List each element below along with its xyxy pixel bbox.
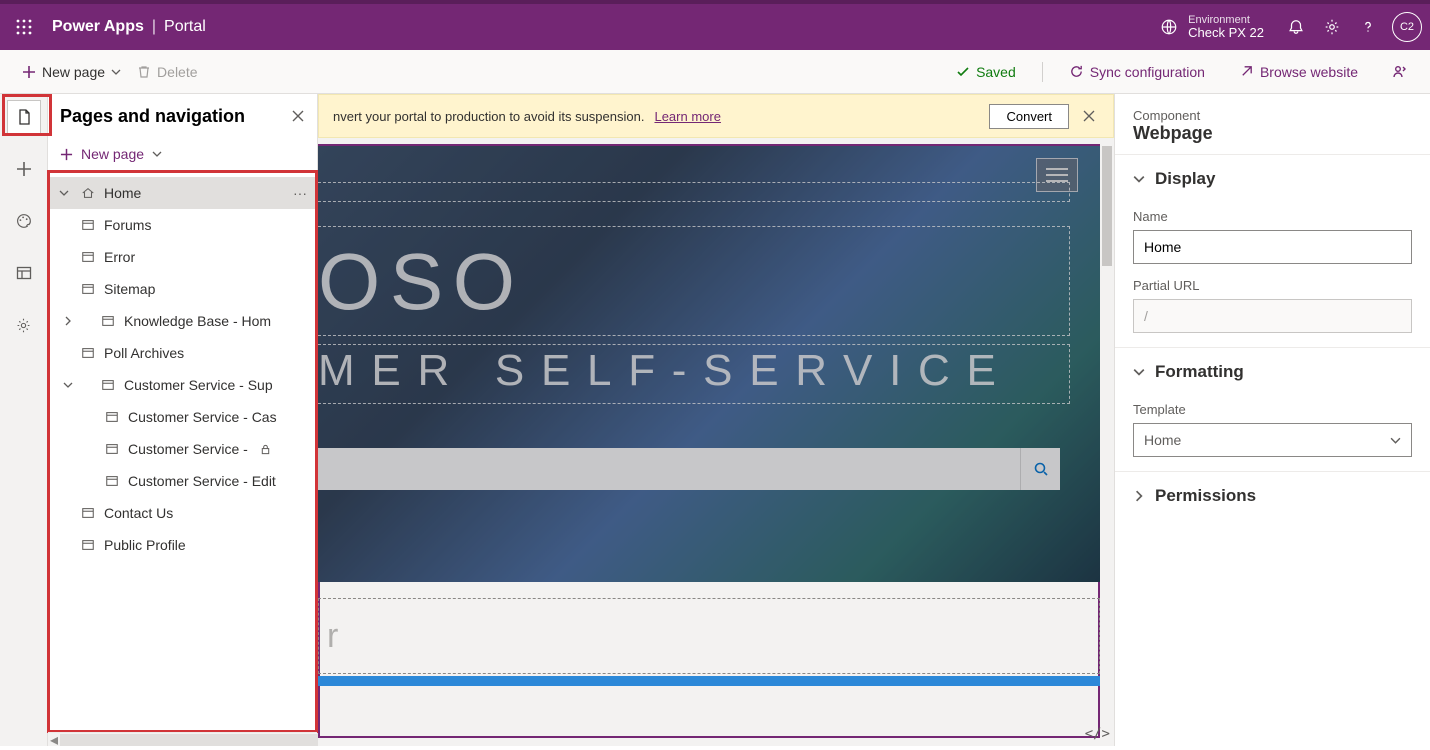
tree-item-cs-support[interactable]: Customer Service - Sup [48, 369, 317, 401]
properties-pane: Component Webpage Display Name Partial U… [1114, 94, 1430, 746]
page-icon [80, 538, 96, 552]
env-label: Environment [1188, 14, 1264, 26]
tree-item-polls[interactable]: Poll Archives [48, 337, 317, 369]
tree-item-cs-locked[interactable]: Customer Service - [48, 433, 317, 465]
convert-button[interactable]: Convert [989, 104, 1069, 129]
warning-text: nvert your portal to production to avoid… [333, 109, 644, 124]
section-two[interactable]: r [318, 598, 1100, 698]
hero-section[interactable]: OSO MER SELF-SERVICE [318, 146, 1100, 582]
page-icon [80, 346, 96, 360]
lock-icon [260, 444, 271, 455]
page-icon [104, 442, 120, 456]
rail-settings-icon[interactable] [7, 308, 41, 342]
partial-url-label: Partial URL [1133, 278, 1412, 293]
page-icon [104, 474, 120, 488]
hero-title[interactable]: OSO [318, 236, 525, 328]
environment-picker[interactable]: Environment Check PX 22 [1160, 14, 1264, 40]
page-icon [80, 506, 96, 520]
chevron-down-icon[interactable] [60, 380, 76, 390]
command-bar: New page Delete Saved Sync configuration… [0, 50, 1430, 94]
page-icon [80, 250, 96, 264]
chevron-right-icon[interactable] [60, 316, 76, 326]
chevron-down-icon[interactable] [56, 188, 72, 198]
partial-url-field: / [1133, 299, 1412, 333]
pages-tree: Home ··· Forums Error Sitemap Knowledge … [48, 171, 317, 732]
tree-item-sitemap[interactable]: Sitemap [48, 273, 317, 305]
settings-icon[interactable] [1314, 9, 1350, 45]
page-icon [80, 218, 96, 232]
section-display[interactable]: Display [1115, 155, 1430, 203]
brand-area: Portal [164, 18, 206, 35]
editable-region[interactable] [318, 226, 1070, 336]
page-icon [104, 410, 120, 424]
pages-panel-title: Pages and navigation [60, 106, 245, 127]
editable-region[interactable] [318, 344, 1070, 404]
tree-item-home[interactable]: Home ··· [48, 177, 317, 209]
editable-text-region[interactable]: r [318, 598, 1100, 674]
trial-warning: nvert your portal to production to avoid… [318, 94, 1114, 138]
rail-themes-icon[interactable] [7, 204, 41, 238]
canvas-area: nvert your portal to production to avoid… [318, 94, 1114, 746]
page-icon [80, 282, 96, 296]
rail-templates-icon[interactable] [7, 256, 41, 290]
canvas-v-scrollbar[interactable] [1100, 146, 1114, 746]
name-label: Name [1133, 209, 1412, 224]
tree-item-kb[interactable]: Knowledge Base - Hom [48, 305, 317, 337]
search-input[interactable] [318, 448, 1020, 490]
suite-bar: Power Apps|Portal Environment Check PX 2… [0, 0, 1430, 50]
section-formatting[interactable]: Formatting [1115, 348, 1430, 396]
cmd-user-mode[interactable] [1384, 56, 1416, 88]
brand: Power Apps|Portal [52, 18, 206, 36]
status-saved: Saved [948, 56, 1024, 88]
learn-more-link[interactable]: Learn more [654, 109, 720, 124]
cmd-delete: Delete [129, 56, 205, 88]
close-icon[interactable] [1079, 110, 1099, 122]
rail-pages-icon[interactable] [7, 100, 41, 134]
tree-item-profile[interactable]: Public Profile [48, 529, 317, 561]
tree-item-cs-cases[interactable]: Customer Service - Cas [48, 401, 317, 433]
hamburger-icon[interactable] [1036, 158, 1078, 192]
cmd-browse[interactable]: Browse website [1231, 56, 1366, 88]
section-permissions[interactable]: Permissions [1115, 472, 1430, 520]
tree-item-cs-edit[interactable]: Customer Service - Edit [48, 465, 317, 497]
left-rail [0, 94, 48, 746]
search-icon[interactable] [1020, 448, 1060, 490]
app-launcher-icon[interactable] [8, 11, 40, 43]
hero-subtitle[interactable]: MER SELF-SERVICE [318, 346, 1013, 396]
code-view-toggle[interactable]: </> [1085, 726, 1110, 742]
env-value: Check PX 22 [1188, 26, 1264, 40]
pages-panel: Pages and navigation New page Home ··· F… [48, 94, 318, 746]
more-icon[interactable]: ··· [293, 185, 311, 201]
tree-item-error[interactable]: Error [48, 241, 317, 273]
page-icon [100, 378, 116, 392]
cmd-sync[interactable]: Sync configuration [1061, 56, 1213, 88]
user-avatar[interactable]: C2 [1392, 12, 1422, 42]
panel-h-scrollbar[interactable]: ◂ [48, 732, 317, 746]
hero-search [318, 448, 1060, 490]
home-icon [80, 186, 96, 200]
name-field[interactable] [1133, 230, 1412, 264]
panel-new-page[interactable]: New page [48, 138, 317, 171]
help-icon[interactable] [1350, 9, 1386, 45]
rail-components-icon[interactable] [7, 152, 41, 186]
tree-item-forums[interactable]: Forums [48, 209, 317, 241]
tree-item-contact[interactable]: Contact Us [48, 497, 317, 529]
template-label: Template [1133, 402, 1412, 417]
close-icon[interactable] [291, 109, 305, 123]
notifications-icon[interactable] [1278, 9, 1314, 45]
cmd-new-page[interactable]: New page [14, 56, 129, 88]
brand-app: Power Apps [52, 18, 144, 35]
component-label: Component [1133, 108, 1412, 123]
editable-region[interactable] [318, 182, 1070, 202]
page-icon [100, 314, 116, 328]
template-select[interactable]: Home [1133, 423, 1412, 457]
component-value: Webpage [1133, 123, 1412, 144]
divider-bar [318, 676, 1100, 686]
